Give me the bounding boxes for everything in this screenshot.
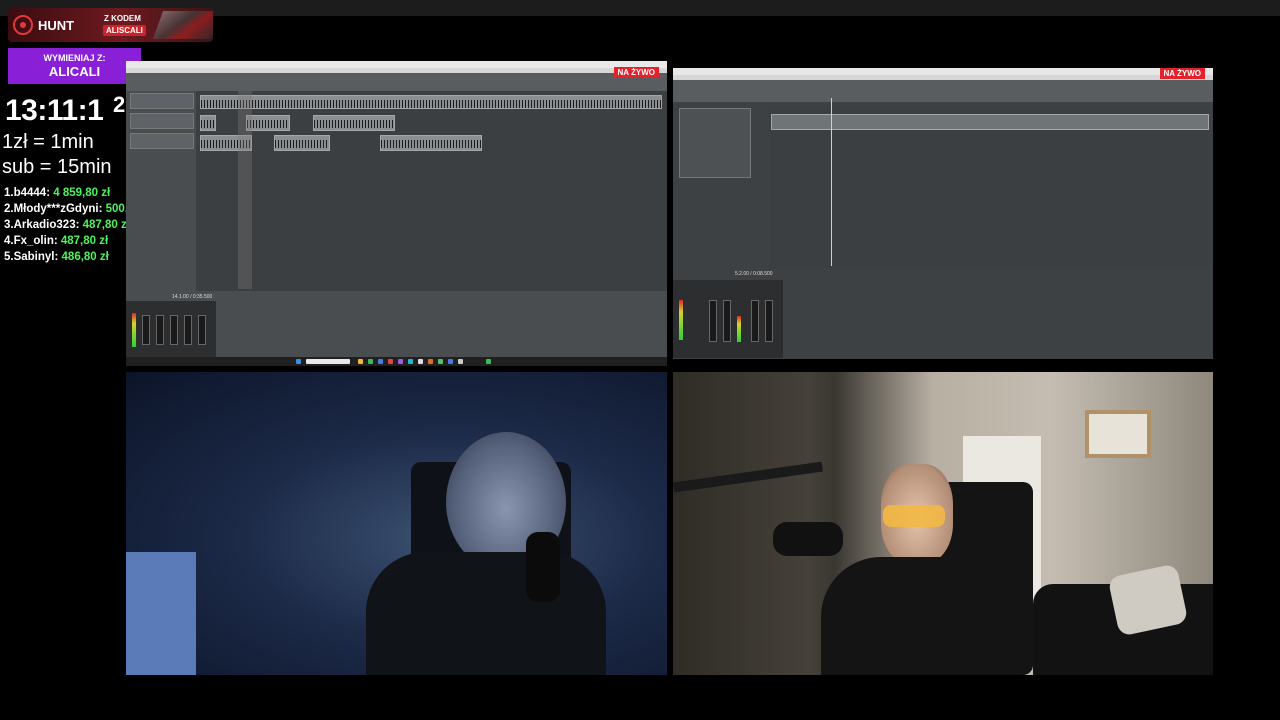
microphone — [773, 522, 843, 556]
donor-name: 3.Arkadio323: — [4, 219, 83, 231]
audio-item[interactable] — [313, 115, 395, 131]
channel-fader[interactable] — [156, 315, 164, 345]
donor-amount: 4 859,80 zł — [53, 187, 111, 199]
time-selection — [238, 91, 252, 289]
audio-item[interactable] — [274, 135, 330, 151]
app-icon[interactable] — [486, 359, 491, 364]
app-icon[interactable] — [428, 359, 433, 364]
streamer-body — [366, 552, 606, 675]
webcam-left — [126, 372, 667, 675]
channel-fader[interactable] — [142, 315, 150, 345]
channel-fader[interactable] — [765, 300, 773, 342]
taskbar-search-icon[interactable] — [306, 359, 350, 364]
microphone — [526, 532, 560, 602]
app-icon[interactable] — [368, 359, 373, 364]
weapon-image — [152, 11, 213, 39]
level-meter — [132, 313, 136, 347]
daw-title-bar — [673, 68, 1213, 75]
donor-name: 5.Sabinyl: — [4, 251, 62, 263]
donor-amount: 487,80 zł — [82, 219, 130, 231]
audio-item[interactable] — [246, 115, 290, 131]
app-icon[interactable] — [458, 359, 463, 364]
rate-sub: sub = 15min — [2, 156, 112, 178]
track-header[interactable] — [130, 133, 194, 149]
audio-item[interactable] — [771, 114, 1209, 130]
arrange-view[interactable] — [769, 108, 1209, 268]
hunt-logo-icon — [13, 15, 33, 35]
right-daw-screen: NA ŻYWO 5.2.00 / 0:08.500 — [673, 68, 1213, 359]
donor-name: 2.Młody***zGdyni: — [4, 203, 106, 215]
track-control-panel[interactable] — [679, 108, 751, 178]
daw-toolbar — [126, 73, 667, 91]
audio-item[interactable] — [200, 95, 662, 109]
daw-title-bar — [126, 61, 667, 68]
windows-taskbar — [126, 357, 667, 366]
app-icon[interactable] — [448, 359, 453, 364]
sponsor-brand: HUNT — [38, 18, 75, 33]
background-cloth — [126, 552, 196, 675]
donor-name: 4.Fx_olin: — [4, 235, 61, 247]
promo-line1: WYMIENIAJ Z: — [43, 53, 106, 63]
transport-timecode: 14.1.00 / 0:35.500 — [172, 294, 213, 300]
mixer-panel — [126, 301, 216, 357]
channel-fader[interactable] — [751, 300, 759, 342]
app-icon[interactable] — [398, 359, 403, 364]
sponsor-code-label: Z KODEM — [104, 14, 141, 23]
webcam-right — [673, 372, 1213, 675]
app-icon[interactable] — [388, 359, 393, 364]
live-badge: NA ŻYWO — [1159, 68, 1205, 79]
app-icon[interactable] — [408, 359, 413, 364]
channel-fader[interactable] — [170, 315, 178, 345]
folder-icon[interactable] — [358, 359, 363, 364]
mic-arm — [673, 461, 823, 493]
level-meter — [737, 316, 741, 342]
channel-fader[interactable] — [184, 315, 192, 345]
donor-amount: 486,80 zł — [61, 251, 109, 263]
rate-donation: 1zł = 1min — [2, 131, 94, 153]
live-badge: NA ŻYWO — [613, 67, 659, 78]
app-icon[interactable] — [438, 359, 443, 364]
channel-fader[interactable] — [198, 315, 206, 345]
mixer-panel — [673, 280, 783, 358]
promo-code: ALICALI — [48, 64, 101, 79]
sponsor-banner: HUNT Z KODEM ALISCALI — [8, 8, 213, 42]
track-header[interactable] — [130, 93, 194, 109]
wall-picture — [1085, 410, 1151, 458]
transport-timecode: 5.2.00 / 0:08.500 — [735, 271, 773, 277]
promo-box: WYMIENIAJ Z: ALICALI — [8, 48, 141, 84]
timer-trailing-digit: 2 — [113, 92, 126, 117]
daw-toolbar — [673, 80, 1213, 102]
subathon-timer: 13:11:1 — [5, 94, 104, 127]
donor-amount: 487,80 zł — [60, 235, 109, 247]
app-icon[interactable] — [378, 359, 383, 364]
app-icon[interactable] — [418, 359, 423, 364]
level-meter — [679, 300, 683, 340]
sunglasses-icon — [883, 505, 945, 527]
playhead — [831, 98, 832, 266]
channel-fader[interactable] — [723, 300, 731, 342]
track-header[interactable] — [130, 113, 194, 129]
audio-item[interactable] — [200, 115, 216, 131]
start-icon[interactable] — [296, 359, 301, 364]
donor-name: 1.b4444: — [4, 187, 54, 199]
channel-fader[interactable] — [709, 300, 717, 342]
left-daw-screen: NA ŻYWO 14.1.00 / 0:35.500 — [126, 61, 667, 366]
audio-item[interactable] — [380, 135, 482, 151]
streamer-body — [821, 557, 1021, 675]
sponsor-code: ALISCALI — [103, 25, 146, 36]
